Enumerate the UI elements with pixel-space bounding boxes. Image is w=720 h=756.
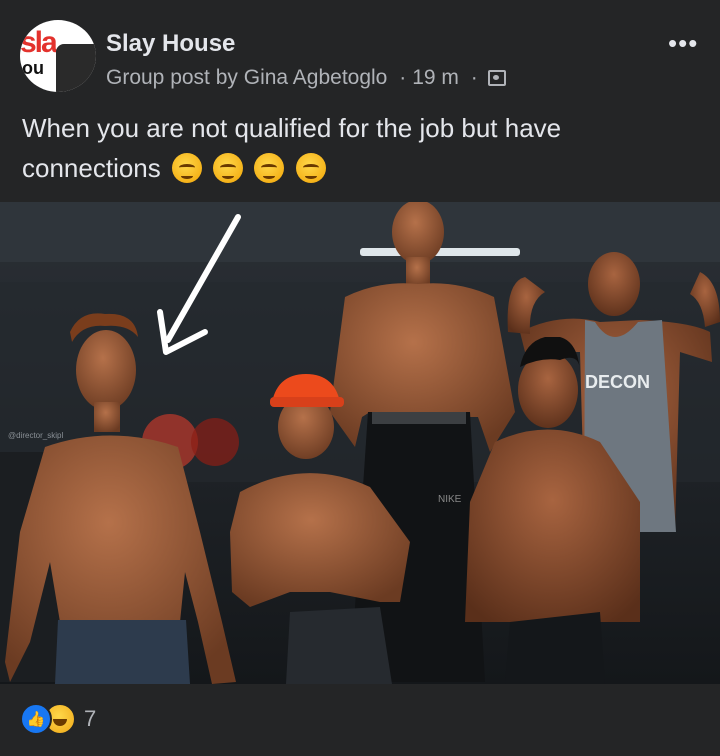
woozy-face-icon bbox=[295, 153, 326, 183]
ceiling-light bbox=[360, 248, 520, 256]
gym-photo: @director_skipl DECON NIKE bbox=[0, 202, 720, 684]
photo-watermark: @director_skipl bbox=[8, 431, 63, 440]
post-image[interactable]: @director_skipl DECON NIKE bbox=[0, 202, 720, 684]
avatar-photo bbox=[56, 44, 96, 92]
like-reaction-icon: 👍 bbox=[20, 703, 52, 735]
group-visibility-icon bbox=[487, 70, 506, 86]
post-text: When you are not qualified for the job b… bbox=[22, 108, 692, 188]
woozy-face-icon bbox=[254, 153, 285, 183]
group-avatar[interactable]: sla ou bbox=[20, 20, 96, 92]
post-caption: When you are not qualified for the job b… bbox=[22, 113, 562, 183]
shorts-logo: NIKE bbox=[438, 494, 462, 505]
avatar-logo-red: sla bbox=[20, 26, 58, 59]
group-name-link[interactable]: Slay House bbox=[106, 30, 235, 58]
woozy-face-icon bbox=[213, 153, 244, 183]
post-meta: Group post by Gina Agbetoglo · 19 m · bbox=[106, 66, 506, 90]
shirt-logo: DECON bbox=[585, 372, 650, 392]
post-header: sla ou Slay House Group post by Gina Agb… bbox=[0, 0, 720, 100]
reaction-count: 7 bbox=[84, 706, 97, 731]
author-link[interactable]: Gina Agbetoglo bbox=[244, 66, 388, 89]
meta-prefix: Group post by bbox=[106, 66, 238, 89]
reactions-bar[interactable]: 👍 7 bbox=[20, 703, 97, 735]
meta-separator-2: · bbox=[470, 66, 478, 89]
meta-separator: · bbox=[399, 66, 407, 89]
avatar-logo-black: ou bbox=[22, 58, 44, 78]
post-time-link[interactable]: 19 m bbox=[412, 66, 459, 89]
more-options-icon[interactable]: ••• bbox=[668, 28, 698, 59]
woozy-face-icon bbox=[172, 153, 202, 183]
